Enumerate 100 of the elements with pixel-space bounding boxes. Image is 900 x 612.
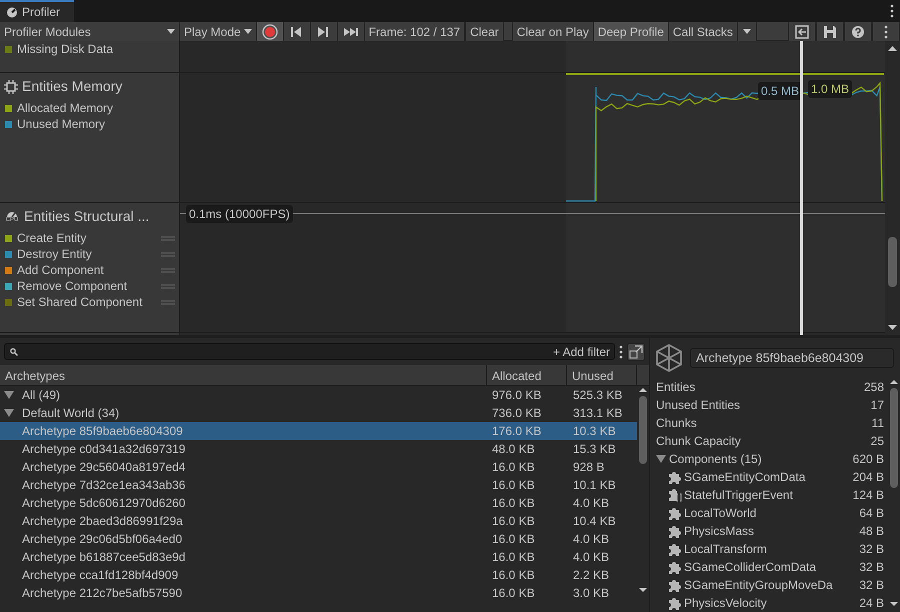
search-icon <box>10 348 18 356</box>
expand-arrow-icon[interactable] <box>656 455 666 463</box>
table-row[interactable]: Archetype 7d32ce1ea343ab36 16.0 KB 10.1 KB <box>0 476 637 494</box>
more-icon[interactable] <box>619 344 623 358</box>
stat-label: Unused Entities <box>656 397 740 414</box>
popout-icon[interactable] <box>627 342 645 360</box>
name-field[interactable]: Archetype 85f9baeb6e804309 <box>690 348 894 368</box>
component-value: 64 B <box>859 505 884 522</box>
component-label: PhysicsVelocity <box>684 595 767 612</box>
search-field[interactable]: + Add filter <box>4 343 615 360</box>
table-row[interactable]: Archetype 212c7be5afb57590 16.0 KB 3.0 KB <box>0 584 637 602</box>
puzzle-icon <box>668 596 682 610</box>
more-button[interactable] <box>872 22 900 41</box>
column-header[interactable]: Archetypes <box>0 365 487 385</box>
step-back-icon <box>290 26 304 38</box>
allocated-cell-text: 16.0 KB <box>491 495 536 512</box>
component-label: LocalToWorld <box>684 505 756 522</box>
legend-label: Remove Component <box>17 278 128 295</box>
table-row[interactable]: Archetype cca1fd128bf4d909 16.0 KB 2.2 KB <box>0 566 637 584</box>
table-row[interactable]: Archetype b61887cee5d83e9d 16.0 KB 4.0 KB <box>0 548 637 566</box>
toggle-button[interactable]: Deep Profile <box>594 22 669 41</box>
component-label: PhysicsMass <box>684 523 754 540</box>
row-label: Archetype 85f9baeb6e804309 <box>21 423 183 440</box>
record-button[interactable] <box>256 22 284 41</box>
more-icon[interactable] <box>890 4 894 18</box>
save-button[interactable] <box>816 22 844 41</box>
call-stacks-button[interactable]: Call Stacks <box>668 22 738 41</box>
modules-dropdown[interactable]: Profiler Modules <box>0 22 180 41</box>
component-label: StatefulTriggerEvent <box>684 487 793 504</box>
allocated-cell-text: 176.0 KB <box>491 423 542 440</box>
help-button[interactable] <box>844 22 872 41</box>
load-icon <box>795 24 809 38</box>
component-value: 32 B <box>859 577 884 594</box>
drag-handle-icon[interactable] <box>161 252 175 256</box>
table-row[interactable]: Archetype 85f9baeb6e804309 176.0 KB 10.3 KB <box>0 422 637 440</box>
drag-handle-icon[interactable] <box>161 300 175 304</box>
table-row[interactable]: Archetype c0d341a32d697319 48.0 KB 15.3 KB <box>0 440 637 458</box>
load-button[interactable] <box>788 22 816 41</box>
column-header[interactable]: Unused <box>567 365 637 385</box>
last-frame-button[interactable] <box>338 22 365 41</box>
profiler-tab[interactable]: Profiler <box>0 0 74 22</box>
drag-handle-icon[interactable] <box>161 236 175 240</box>
unused-cell-text: 3.0 KB <box>572 585 610 602</box>
component-value: 24 B <box>859 595 884 612</box>
archetype-icon <box>656 344 682 372</box>
threshold-label: 0.1ms (10000FPS) <box>186 205 293 223</box>
allocated-cell-text: 16.0 KB <box>491 585 536 602</box>
next-frame-button[interactable] <box>310 22 338 41</box>
gauge-icon <box>6 210 18 216</box>
table-row[interactable]: Archetype 29c06d5bf06a4ed0 16.0 KB 4.0 KB <box>0 530 637 548</box>
row-label: Archetype b61887cee5d83e9d <box>21 549 186 566</box>
legend-label: Destroy Entity <box>17 246 93 263</box>
toggle-button[interactable]: Clear on Play <box>512 22 594 41</box>
table-row[interactable]: Archetype 29c56040a8197ed4 16.0 KB 928 B <box>0 458 637 476</box>
row-label: All (49) <box>21 387 60 404</box>
row-label: Archetype cca1fd128bf4d909 <box>21 567 178 584</box>
puzzle-icon <box>668 542 682 556</box>
allocated-cell-text: 16.0 KB <box>491 477 536 494</box>
legend-label: Missing Disk Data <box>17 41 114 58</box>
add-filter-button[interactable]: + Add filter <box>550 342 612 360</box>
clear-button[interactable]: Clear <box>465 22 504 41</box>
row-label: Archetype 29c56040a8197ed4 <box>21 459 186 476</box>
legend-label: Add Component <box>17 262 105 279</box>
drag-handle-icon[interactable] <box>161 284 175 288</box>
drag-handle-icon[interactable] <box>161 268 175 272</box>
table-row[interactable]: All (49) 976.0 KB 525.3 KB <box>0 386 637 404</box>
allocated-cell-text: 16.0 KB <box>491 459 536 476</box>
expand-arrow-icon[interactable] <box>4 391 14 399</box>
column-header[interactable]: Allocated <box>487 365 567 385</box>
help-icon <box>851 24 865 38</box>
play-mode-dropdown[interactable]: Play Mode <box>180 22 257 41</box>
legend-label: Create Entity <box>17 230 88 247</box>
row-label: Archetype 212c7be5afb57590 <box>21 585 182 602</box>
row-label: Default World (34) <box>21 405 120 422</box>
gauge-icon <box>6 6 18 18</box>
skip-end-icon <box>344 26 358 38</box>
stat-value: 25 <box>870 433 884 450</box>
table-row[interactable]: Archetype 5dc60612970d6260 16.0 KB 4.0 KB <box>0 494 637 512</box>
previous-frame-button[interactable] <box>284 22 311 41</box>
value-label: 0.5 MB <box>758 82 802 100</box>
puzzle-icon <box>668 524 682 538</box>
stat-label: Entities <box>656 379 696 396</box>
call-stacks-dropdown[interactable] <box>738 22 757 41</box>
unused-cell-text: 4.0 KB <box>572 549 610 566</box>
legend-label: Unused Memory <box>17 116 106 133</box>
row-label: Archetype c0d341a32d697319 <box>21 441 186 458</box>
window-title: Profiler <box>22 4 60 21</box>
expand-arrow-icon[interactable] <box>4 409 14 417</box>
unused-cell-text: 10.1 KB <box>572 477 617 494</box>
unused-cell-text: 313.1 KB <box>572 405 624 422</box>
component-label: SGameEntityGroupMoveDa <box>684 577 833 594</box>
value-label: 1.0 MB <box>808 80 852 98</box>
unused-cell-text: 15.3 KB <box>572 441 617 458</box>
component-value: 124 B <box>852 487 884 504</box>
module-title: Entities Structural ... <box>24 207 150 226</box>
table-row[interactable]: Archetype 2baed3d86991f29a 16.0 KB 10.4 KB <box>0 512 637 530</box>
unused-cell-text: 10.3 KB <box>572 423 617 440</box>
caret-icon <box>167 29 175 34</box>
allocated-cell-text: 48.0 KB <box>491 441 536 458</box>
table-row[interactable]: Default World (34) 736.0 KB 313.1 KB <box>0 404 637 422</box>
